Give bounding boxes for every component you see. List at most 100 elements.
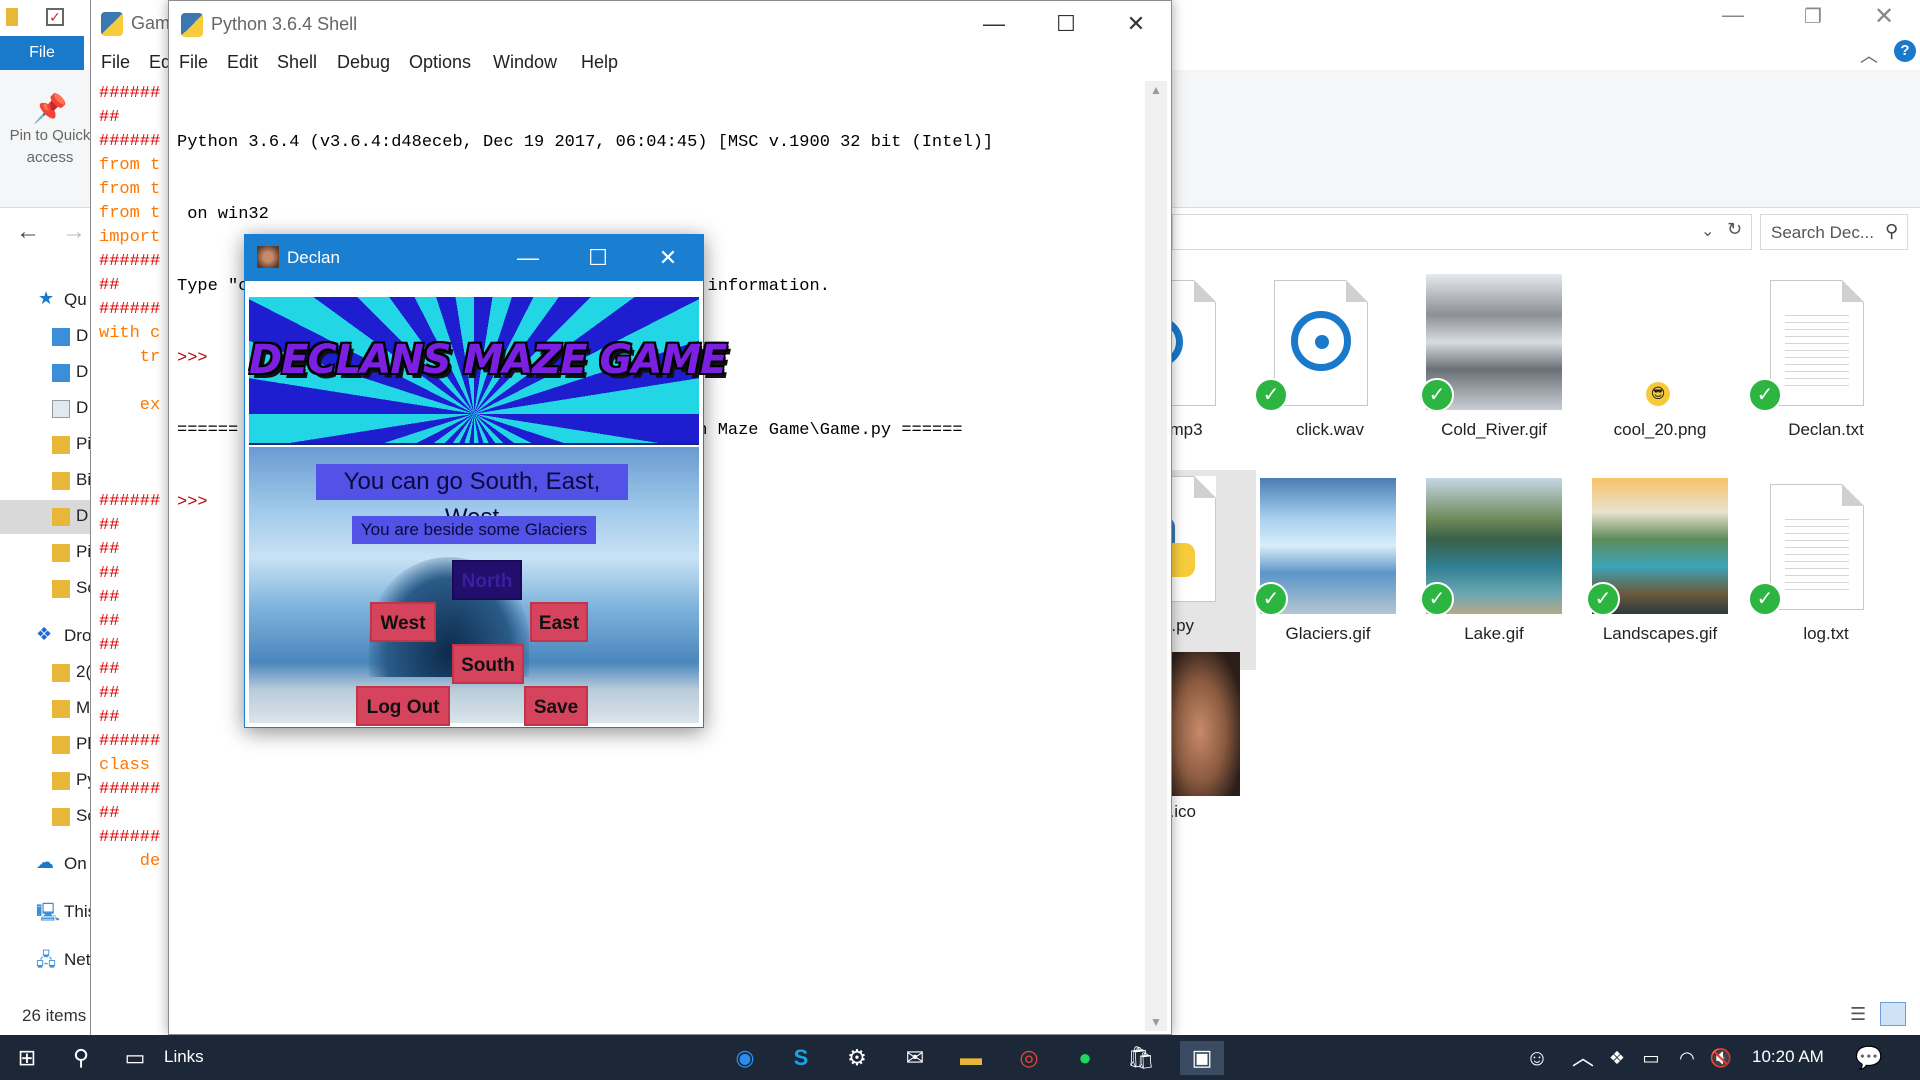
file-explorer-icon[interactable]: ▬ (954, 1041, 988, 1075)
nav-item[interactable]: Sc (0, 572, 92, 606)
game-minimize-button[interactable]: — (493, 235, 563, 281)
game-close-button[interactable]: ✕ (633, 235, 703, 281)
nav-item[interactable]: D (0, 356, 92, 390)
menu-window[interactable]: Window (493, 52, 557, 73)
nav-item[interactable]: Pl (0, 728, 92, 762)
computer-icon: 🖳 (36, 902, 61, 922)
folder-icon (52, 436, 70, 454)
file-tile[interactable]: 😎 cool_20.png (1582, 274, 1738, 474)
explorer-close-button[interactable]: ✕ (1874, 2, 1894, 31)
code-line: ###### (99, 492, 161, 511)
dropbox-tray-icon[interactable]: ❖ (1600, 1041, 1634, 1075)
navigation-pane: ★Qu D D D Pi Bi D Pi Sc ❖Dro 2( M Pl Py … (0, 256, 92, 1026)
nav-item[interactable]: Py (0, 764, 92, 798)
skype-icon[interactable]: S (784, 1041, 818, 1075)
nav-item[interactable]: Bi (0, 464, 92, 498)
save-button[interactable]: Save (524, 686, 588, 726)
file-tile[interactable]: ✓ Landscapes.gif (1582, 478, 1738, 678)
links-toolbar[interactable]: Links (164, 1047, 204, 1067)
file-tile[interactable]: ✓ Declan.txt (1748, 274, 1904, 474)
code-line: ###### (99, 828, 161, 847)
windows-start-icon[interactable]: ⊞ (10, 1041, 44, 1075)
west-button[interactable]: West (370, 602, 436, 642)
address-dropdown-icon[interactable]: ⌄ (1701, 221, 1714, 241)
large-icons-view-icon[interactable] (1880, 1002, 1906, 1026)
python-idle-icon[interactable]: ▣ (1180, 1041, 1224, 1075)
nav-dropbox[interactable]: ❖ Dro (0, 620, 92, 654)
menu-shell[interactable]: Shell (277, 52, 317, 73)
nav-item[interactable]: D (0, 320, 92, 354)
ribbon-collapse-icon[interactable]: ︿ (1860, 42, 1878, 68)
nav-item[interactable]: 2( (0, 656, 92, 690)
menu-file[interactable]: File (179, 52, 208, 73)
task-view-icon[interactable]: ▭ (118, 1041, 152, 1075)
folder-icon (52, 808, 70, 826)
wifi-icon[interactable]: ◠ (1670, 1041, 1704, 1075)
mail-icon[interactable]: ✉ (898, 1041, 932, 1075)
shell-scrollbar[interactable]: ▲ ▼ (1145, 81, 1167, 1031)
battery-icon[interactable]: ▭ (1634, 1041, 1668, 1075)
north-button[interactable]: North (452, 560, 522, 600)
file-tile[interactable]: ✓ Cold_River.gif (1416, 274, 1572, 474)
file-tile[interactable]: ✓ click.wav (1252, 274, 1408, 474)
nav-item[interactable]: Pi (0, 536, 92, 570)
messenger-icon[interactable]: ◉ (728, 1041, 762, 1075)
file-tile[interactable]: ✓ log.txt (1748, 478, 1904, 678)
pin-icon: 📌 (32, 93, 68, 124)
shell-close-button[interactable]: ✕ (1101, 1, 1171, 47)
nav-network[interactable]: 🖧 Net (0, 944, 92, 978)
file-name: Lake.gif (1464, 624, 1524, 643)
explorer-minimize-button[interactable]: — (1722, 2, 1744, 28)
file-tile[interactable]: ✓ Lake.gif (1416, 478, 1572, 678)
search-input[interactable]: Search Dec... ⚲ (1760, 214, 1908, 250)
menu-edit[interactable]: Edit (227, 52, 258, 73)
spotify-icon[interactable]: ● (1068, 1041, 1102, 1075)
back-arrow-icon[interactable]: ← (16, 218, 40, 246)
nav-item[interactable]: Pi (0, 428, 92, 462)
nav-this-pc[interactable]: 🖳This (0, 896, 92, 930)
game-maximize-button[interactable]: ☐ (563, 235, 633, 281)
shell-maximize-button[interactable]: ☐ (1031, 1, 1101, 47)
folder-icon (52, 772, 70, 790)
search-icon[interactable]: ⚲ (64, 1041, 98, 1075)
menu-debug[interactable]: Debug (337, 52, 390, 73)
menu-options[interactable]: Options (409, 52, 471, 73)
store-icon[interactable]: 🛍 (1124, 1041, 1158, 1075)
help-icon[interactable]: ? (1894, 40, 1916, 62)
star-icon: ★ (38, 288, 55, 308)
editor-title: Gam (131, 13, 171, 33)
refresh-icon[interactable]: ↻ (1727, 219, 1742, 240)
folder-icon (52, 472, 70, 490)
show-hidden-icons[interactable]: ︿ (1566, 1041, 1600, 1075)
people-icon[interactable]: ☺ (1520, 1041, 1554, 1075)
address-bar[interactable]: ⌄ ↻ (1172, 214, 1752, 250)
scroll-down-icon[interactable]: ▼ (1150, 1015, 1162, 1029)
nav-quick-access[interactable]: ★ Qu (0, 284, 92, 318)
details-view-icon[interactable]: ☰ (1850, 1004, 1866, 1025)
steam-icon[interactable]: ⚙ (840, 1041, 874, 1075)
nav-item[interactable]: M (0, 692, 92, 726)
editor-menu-file[interactable]: File (101, 52, 130, 73)
nav-item-selected[interactable]: D (0, 500, 92, 534)
south-button[interactable]: South (452, 644, 524, 684)
east-button[interactable]: East (530, 602, 588, 642)
nav-item[interactable]: D (0, 392, 92, 426)
cloud-icon: ☁ (36, 852, 54, 872)
pin-quick-access-button[interactable]: 📌 Pin to Quick access (8, 88, 92, 198)
chrome-icon[interactable]: ◎ (1012, 1041, 1046, 1075)
clock[interactable]: 10:20 AM (1752, 1047, 1824, 1067)
editor-code[interactable]: ###### ## ###### from t from t from t import ##… (99, 82, 160, 874)
shell-minimize-button[interactable]: — (959, 1, 1029, 47)
explorer-restore-button[interactable]: ❐ (1804, 4, 1822, 29)
file-tile[interactable]: ✓ Glaciers.gif (1250, 478, 1406, 678)
file-tab[interactable]: File (0, 36, 84, 70)
code-line: ## (99, 708, 120, 727)
logout-button[interactable]: Log Out (356, 686, 450, 726)
scroll-up-icon[interactable]: ▲ (1150, 83, 1162, 97)
menu-help[interactable]: Help (581, 52, 618, 73)
notification-icon[interactable]: 💬 (1852, 1041, 1886, 1075)
forward-arrow-icon[interactable]: → (62, 218, 86, 246)
volume-muted-icon[interactable]: 🔇 (1704, 1041, 1738, 1075)
nav-item[interactable]: Sc (0, 800, 92, 834)
nav-onedrive[interactable]: ☁ On (0, 848, 92, 882)
